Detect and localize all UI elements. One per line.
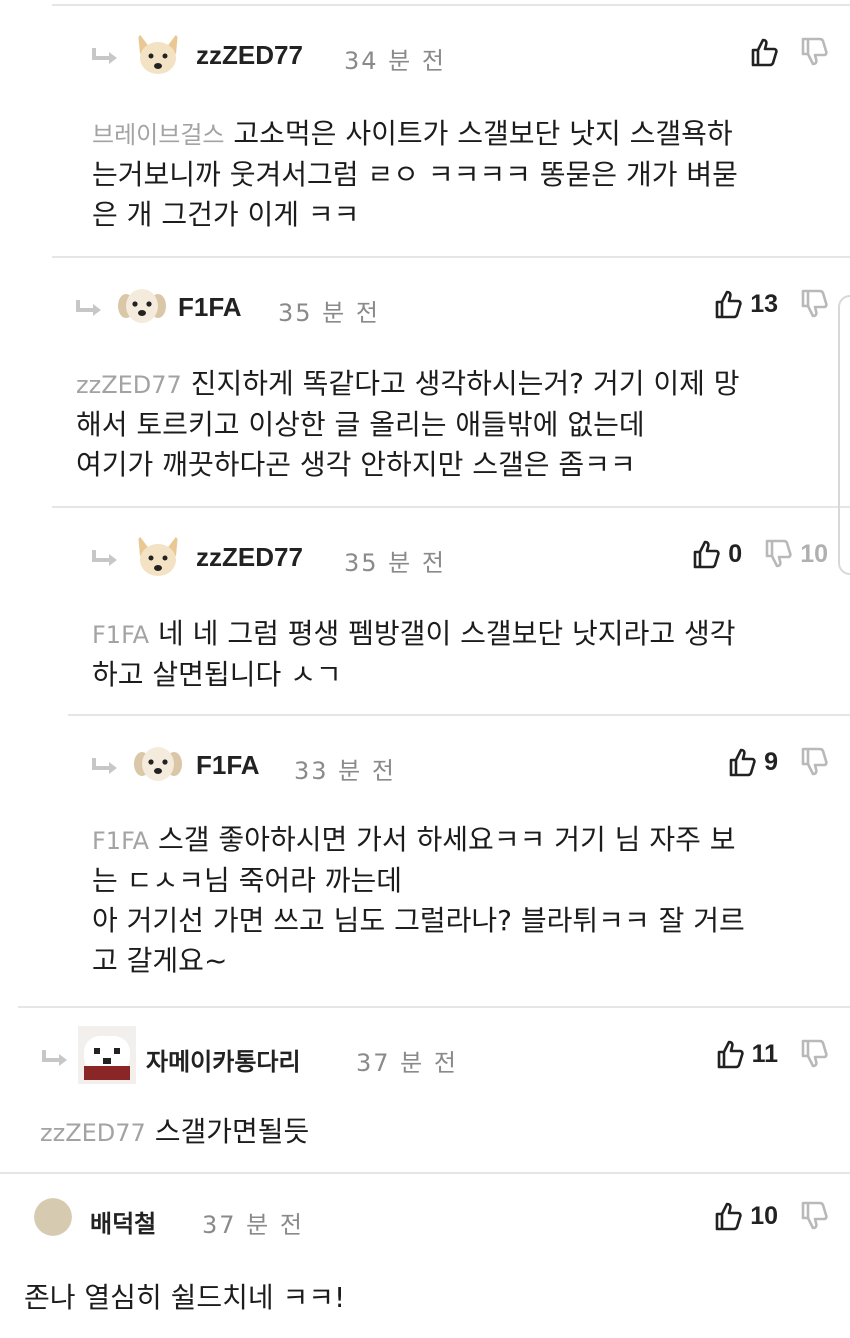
comment-time: 35 분 전 [278,299,380,327]
downvote-button[interactable]: 10 [764,539,828,569]
mention-tag[interactable]: 브레이브걸스 [92,121,224,149]
comment-header: F1FA 33 분 전 9 [68,730,850,790]
comment-body: 브레이브걸스 고소먹은 사이트가 스갤보단 낫지 스갤욕하 는거보니까 웃겨서그… [92,114,738,235]
default-avatar-icon [34,1198,72,1236]
comment-votes: 0 10 [692,536,828,572]
thumbs-up-icon [717,1040,744,1069]
comment-username[interactable]: 배덕철 [90,1204,156,1239]
mention-tag[interactable]: F1FA [92,827,149,855]
comment-header: 배덕철 37 분 전 10 [0,1186,850,1246]
comment-body: zzZED77 진지하게 똑같다고 생각하시는거? 거기 이제 망 해서 토르키… [76,364,740,485]
upvote-count: 9 [764,747,778,776]
comment-time: 34 분 전 [344,47,446,75]
puppy-avatar-icon [116,280,168,332]
comment-username[interactable]: F1FA [178,292,242,323]
comment-votes: 13 [714,286,828,322]
comment-votes: 9 [728,744,828,780]
comment-header: zzZED77 35 분 전 0 10 [52,522,850,582]
comment-votes [750,34,828,70]
avatar[interactable] [34,1198,72,1236]
comment-item: F1FA 35 분 전 13 zzZED77 진지하게 똑같다고 생각하시는거?… [52,256,850,506]
comment-item: F1FA 33 분 전 9 F1FA 스갤 좋아하시면 가서 하세요ㅋㅋ 거기 … [68,714,850,1008]
shiba-avatar-icon [132,28,184,80]
thumbs-down-icon [765,539,792,568]
comment-header: F1FA 35 분 전 13 [52,272,850,332]
comment-body: zzZED77 스갤가면될듯 [40,1112,309,1153]
downvote-button[interactable] [800,289,828,319]
comment-item: 배덕철 37 분 전 10 존나 열심히 쉴드치네 ㅋㅋ! [0,1172,850,1338]
upvote-count: 0 [728,539,743,568]
comment-header: 자메이카통다리 37 분 전 11 [18,1022,850,1084]
comment-body: F1FA 네 네 그럼 평생 펨방갤이 스갤보단 낫지라고 생각 하고 살면됩니… [92,614,736,695]
avatar[interactable] [132,28,184,80]
comment-item: zzZED77 35 분 전 0 10 F1FA 네 네 그럼 평생 펨방갤이 … [52,506,850,714]
shiba-avatar-icon [132,530,184,582]
comment-header: zzZED77 34 분 전 [52,20,850,80]
thumbs-up-icon [729,748,756,777]
upvote-button[interactable]: 13 [714,289,778,319]
scrollbar[interactable] [838,295,850,575]
comment-item: zzZED77 34 분 전 브레이브걸스 고소먹은 사이트가 스갤보단 낫지 … [52,4,850,256]
upvote-button[interactable]: 11 [716,1039,778,1069]
mention-tag[interactable]: zzZED77 [40,1119,146,1147]
thumbs-up-icon [751,38,778,67]
upvote-button[interactable]: 10 [714,1201,778,1231]
reply-arrow-icon [76,300,101,316]
thumbs-down-icon [801,37,828,66]
reply-arrow-icon [42,1050,67,1066]
reply-arrow-icon [92,48,117,64]
upvote-count: 11 [751,1039,778,1068]
downvote-count: 10 [800,539,828,568]
downvote-button[interactable] [800,1201,828,1231]
downvote-button[interactable] [800,37,828,67]
upvote-button[interactable] [750,37,778,67]
downvote-button[interactable] [800,747,828,777]
thumbs-up-icon [693,540,720,569]
comment-time: 37 분 전 [356,1049,458,1077]
downvote-button[interactable] [800,1039,828,1069]
upvote-count: 10 [750,1201,778,1230]
thumbs-up-icon [715,1202,742,1231]
comment-time: 35 분 전 [344,549,446,577]
pixel-avatar-icon [78,1026,136,1084]
comment-body: 존나 열심히 쉴드치네 ㅋㅋ! [24,1278,345,1318]
comment-username[interactable]: zzZED77 [196,542,303,573]
thumbs-down-icon [801,1201,828,1230]
mention-tag[interactable]: zzZED77 [76,371,182,399]
thumbs-down-icon [801,289,828,318]
puppy-avatar-icon [132,738,184,790]
avatar[interactable] [132,738,184,790]
reply-arrow-icon [92,758,117,774]
comment-item: 자메이카통다리 37 분 전 11 zzZED77 스갤가면될듯 [18,1006,850,1172]
comment-text: 스갤 좋아하시면 가서 하세요ㅋㅋ 거기 님 자주 보 는 ㄷㅅㅋ님 죽어라 까… [92,823,745,977]
thumbs-down-icon [801,747,828,776]
comment-body: F1FA 스갤 좋아하시면 가서 하세요ㅋㅋ 거기 님 자주 보 는 ㄷㅅㅋ님 … [92,820,745,981]
comment-votes: 11 [716,1036,828,1072]
comment-text: 네 네 그럼 평생 펨방갤이 스갤보단 낫지라고 생각 하고 살면됩니다 ㅅㄱ [92,617,736,691]
upvote-button[interactable]: 9 [728,747,778,777]
comment-text: 존나 열심히 쉴드치네 ㅋㅋ! [24,1281,346,1314]
avatar[interactable] [116,280,168,332]
comment-text: 스갤가면될듯 [154,1115,310,1148]
comment-username[interactable]: F1FA [196,750,260,781]
thumbs-down-icon [801,1039,828,1068]
upvote-count: 13 [750,289,778,318]
comment-votes: 10 [714,1198,828,1234]
comment-time: 33 분 전 [294,757,396,785]
comment-time: 37 분 전 [202,1211,304,1239]
comment-username[interactable]: 자메이카통다리 [146,1042,301,1077]
avatar[interactable] [78,1026,136,1084]
avatar[interactable] [132,530,184,582]
reply-arrow-icon [92,550,117,566]
upvote-button[interactable]: 0 [692,539,742,569]
thumbs-up-icon [715,290,742,319]
comment-username[interactable]: zzZED77 [196,40,303,71]
mention-tag[interactable]: F1FA [92,621,149,649]
